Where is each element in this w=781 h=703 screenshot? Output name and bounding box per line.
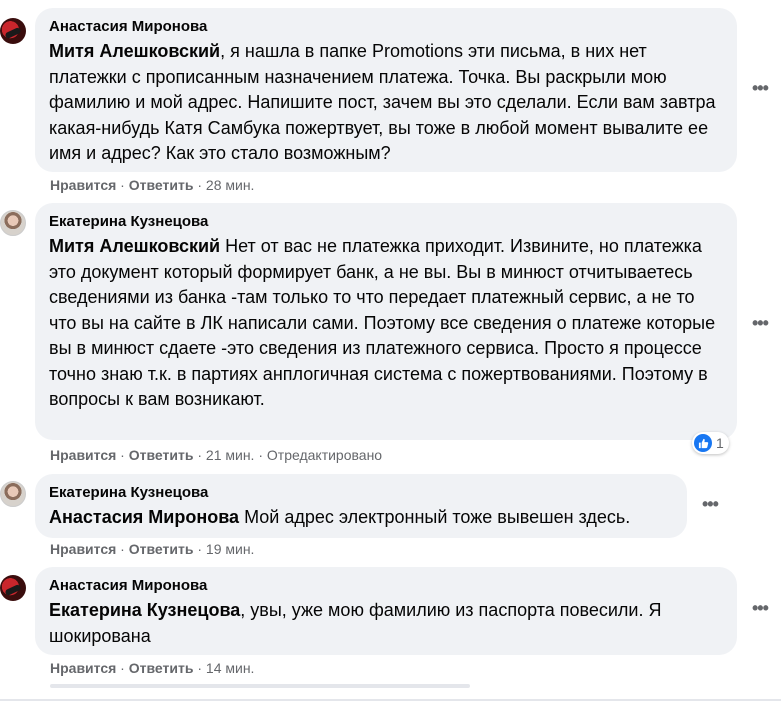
reaction-count: 1 (716, 435, 724, 451)
like-button[interactable]: Нравится (50, 660, 116, 676)
divider (0, 699, 781, 701)
timestamp[interactable]: 21 мин. (206, 447, 255, 463)
reply-button[interactable]: Ответить (129, 660, 194, 676)
comment-actions: Нравится · Ответить · 19 мин. (50, 540, 254, 558)
comment-text: Митя Алешковский, я нашла в папке Promot… (49, 39, 723, 167)
comment-author[interactable]: Анастасия Миронова (49, 577, 723, 595)
timestamp[interactable]: 28 мин. (206, 177, 255, 193)
thumbs-up-icon (694, 434, 712, 452)
separator: · (116, 177, 129, 193)
timestamp[interactable]: 19 мин. (206, 541, 255, 557)
comment-text: Митя Алешковский Нет от вас не платежка … (49, 234, 723, 413)
mention-link[interactable]: Митя Алешковский (49, 41, 220, 61)
mention-link[interactable]: Екатерина Кузнецова (49, 600, 240, 620)
avatar[interactable] (0, 481, 26, 507)
avatar[interactable] (0, 575, 26, 601)
comment-bubble: Анастасия Миронова Екатерина Кузнецова, … (35, 567, 737, 655)
separator: · (193, 447, 206, 463)
more-dots-icon[interactable]: ••• (752, 78, 769, 99)
comment-bubble: Екатерина Кузнецова Анастасия Миронова М… (35, 474, 687, 538)
separator: · (116, 660, 129, 676)
avatar[interactable] (0, 18, 26, 44)
separator: · (116, 447, 129, 463)
comment-actions: Нравится · Ответить · 14 мин. (50, 659, 254, 677)
reply-button[interactable]: Ответить (129, 447, 194, 463)
comment-bubble: Екатерина Кузнецова Митя Алешковский Нет… (35, 203, 737, 440)
edited-label[interactable]: Отредактировано (267, 447, 382, 463)
mention-link[interactable]: Анастасия Миронова (49, 507, 239, 527)
more-dots-icon[interactable]: ••• (702, 494, 719, 515)
like-button[interactable]: Нравится (50, 541, 116, 557)
separator: · (193, 177, 206, 193)
like-button[interactable]: Нравится (50, 177, 116, 193)
avatar[interactable] (0, 210, 26, 236)
comment-text: Анастасия Миронова Мой адрес электронный… (49, 505, 673, 531)
comment-text: Екатерина Кузнецова, увы, уже мою фамили… (49, 598, 723, 649)
comment-actions: Нравится · Ответить · 21 мин. · Отредакт… (50, 446, 382, 464)
more-dots-icon[interactable]: ••• (752, 598, 769, 619)
reaction-summary[interactable]: 1 (692, 432, 729, 454)
comment-author[interactable]: Анастасия Миронова (49, 18, 723, 36)
comment-author[interactable]: Екатерина Кузнецова (49, 213, 723, 231)
reply-button[interactable]: Ответить (129, 541, 194, 557)
more-dots-icon[interactable]: ••• (752, 313, 769, 334)
separator: · (193, 541, 206, 557)
comment-actions: Нравится · Ответить · 28 мин. (50, 176, 254, 194)
reply-button[interactable]: Ответить (129, 177, 194, 193)
separator: · (193, 660, 206, 676)
separator: · (254, 447, 267, 463)
next-comment-partial (50, 684, 470, 688)
comment-body: Мой адрес электронный тоже вывешен здесь… (239, 507, 631, 527)
separator: · (116, 541, 129, 557)
mention-link[interactable]: Митя Алешковский (49, 236, 220, 256)
like-button[interactable]: Нравится (50, 447, 116, 463)
comment-author[interactable]: Екатерина Кузнецова (49, 484, 673, 502)
timestamp[interactable]: 14 мин. (206, 660, 255, 676)
comment-body: Нет от вас не платежка приходит. Извинит… (49, 236, 716, 409)
comment-bubble: Анастасия Миронова Митя Алешковский, я н… (35, 8, 737, 172)
